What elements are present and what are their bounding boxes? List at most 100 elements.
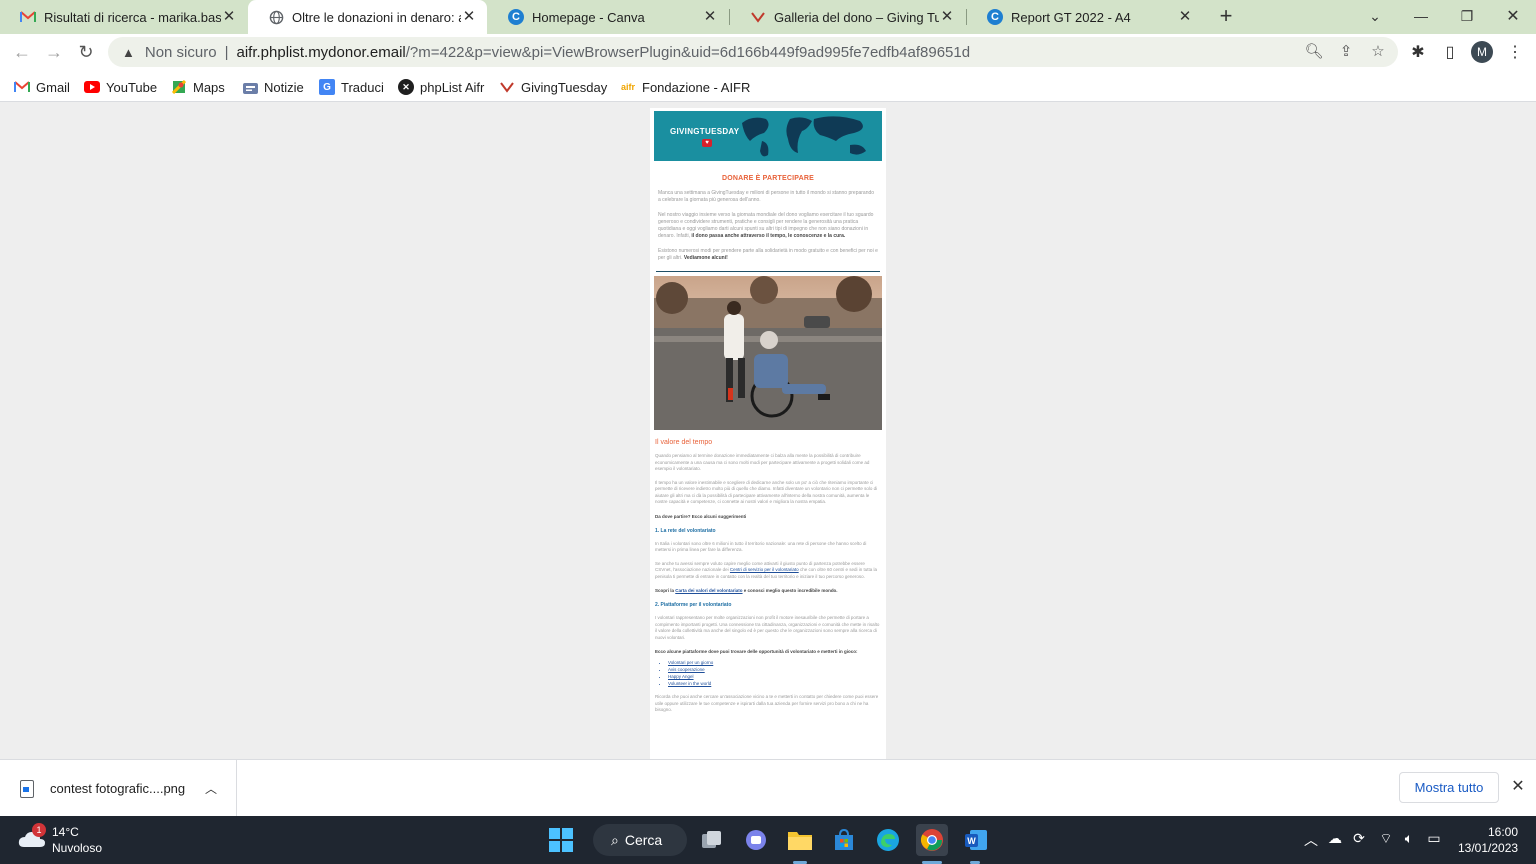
window-close-button[interactable]: ✕ [1490, 0, 1536, 32]
closing-paragraph: Ricorda che puoi anche cercare un'associ… [655, 694, 879, 712]
intro-bold: Vediamone alcuni! [683, 255, 728, 261]
intro-paragraph-1: Manca una settimana a GivingTuesday e mi… [658, 190, 875, 203]
bookmark-phplist[interactable]: ✕ phpList Aifr [398, 76, 484, 98]
platforms-paragraph: I volontari rappresentano per molte orga… [655, 615, 880, 640]
task-view-icon[interactable] [696, 824, 728, 856]
phplist-icon: ✕ [398, 79, 414, 95]
clock-time[interactable]: 16:00 [1488, 825, 1518, 839]
warning-triangle-icon[interactable]: ▲ [122, 45, 135, 60]
body-text: Scopri la [655, 588, 676, 593]
onedrive-cloud-icon[interactable]: ☁ [1325, 830, 1345, 847]
chevron-up-icon[interactable]: ︿ [205, 780, 217, 797]
news-icon [242, 79, 258, 95]
bookmark-traduci[interactable]: G Traduci [319, 76, 384, 98]
tab-oltre-donazioni[interactable]: Oltre le donazioni in denaro: altri ✕ [248, 0, 487, 34]
close-icon[interactable]: ✕ [939, 9, 955, 25]
section-title: DONARE È PARTECIPARE [721, 175, 815, 182]
tab-galleria-dono[interactable]: Galleria del dono – Giving Tuesd ✕ [730, 0, 965, 34]
close-icon[interactable]: ✕ [1509, 778, 1527, 796]
close-icon[interactable]: ✕ [702, 9, 718, 25]
microsoft-store-icon[interactable] [828, 824, 860, 856]
platform-link[interactable]: Volontari per un giorno [668, 659, 882, 666]
reload-icon[interactable]: ↻ [72, 38, 100, 66]
globe-icon [268, 9, 284, 25]
time-paragraph-2: Il tempo ha un valore inestimabile e sce… [655, 479, 878, 505]
tab-title: Galleria del dono – Giving Tuesd [774, 9, 939, 25]
show-all-button[interactable]: Mostra tutto [1399, 772, 1499, 803]
bookmarks-bar: Gmail YouTube Maps Notizie G Traduci ✕ p… [0, 71, 1536, 102]
wifi-icon[interactable]: ⌔ [1376, 830, 1396, 848]
tab-title: Risultati di ricerca - marika.bastia [44, 9, 221, 25]
close-icon[interactable]: ✕ [1177, 9, 1193, 25]
url-host: aifr.phplist.mydonor.email [236, 43, 406, 61]
teams-chat-icon[interactable] [740, 824, 772, 856]
chevron-up-icon[interactable]: ︿ [1301, 830, 1321, 850]
tab-report-gt[interactable]: C Report GT 2022 - A4 ✕ [967, 0, 1203, 34]
bookmark-gmail[interactable]: Gmail [14, 76, 70, 98]
side-panel-icon[interactable]: ▯ [1437, 39, 1463, 65]
canva-icon: C [987, 9, 1003, 25]
page-viewport[interactable]: GIVINGTUESDAY ♥ DONARE È PARTECIPARE Man… [0, 102, 1536, 759]
intro-paragraph-2: Nel nostro viaggio insieme verso la gior… [658, 212, 878, 240]
bookmark-star-icon[interactable]: ☆ [1368, 41, 1388, 61]
svg-text:W: W [967, 836, 976, 846]
weather-temperature[interactable]: 14°C [52, 825, 79, 839]
tab-search-chevron-icon[interactable]: ⌄ [1352, 0, 1398, 32]
bookmark-givingtuesday[interactable]: GivingTuesday [499, 76, 607, 98]
bookmark-youtube[interactable]: YouTube [84, 76, 157, 98]
browser-toolbar: ← → ↻ ▲ Non sicuro | aifr.phplist.mydono… [0, 34, 1536, 71]
restore-button[interactable]: ❐ [1444, 0, 1490, 32]
clock-date[interactable]: 13/01/2023 [1458, 841, 1518, 855]
windows-taskbar: 1 14°C Nuvoloso ⌕ Cerca W ︿ ☁ ⟳ ⌔ 🔈︎ ▭ 1… [0, 816, 1536, 864]
zoom-icon[interactable]: 🔍︎ [1304, 41, 1324, 61]
carta-valori-link[interactable]: Carta dei valori del volontariato [675, 588, 742, 593]
tab-canva-homepage[interactable]: C Homepage - Canva ✕ [488, 0, 728, 34]
forward-arrow-icon[interactable]: → [40, 38, 68, 66]
minimize-button[interactable]: — [1398, 0, 1444, 32]
tab-strip: Risultati di ricerca - marika.bastia ✕ O… [0, 0, 1536, 34]
taskbar-search[interactable]: ⌕ Cerca [593, 824, 687, 856]
back-arrow-icon[interactable]: ← [8, 38, 36, 66]
platform-link[interactable]: Avis cooperazione [668, 666, 882, 673]
platform-link[interactable]: Volunteer in the world [668, 680, 882, 687]
profile-avatar[interactable]: M [1471, 41, 1493, 63]
search-label: Cerca [624, 832, 663, 848]
hero-banner: GIVINGTUESDAY ♥ [654, 111, 882, 161]
bookmark-notizie[interactable]: Notizie [242, 76, 304, 98]
body-text: e conosci meglio questo incredibile mond… [742, 588, 838, 593]
weather-notification-badge: 1 [32, 823, 46, 837]
world-map-illustration [742, 116, 866, 157]
chrome-browser-icon[interactable] [916, 824, 948, 856]
word-icon[interactable]: W [960, 824, 992, 856]
heading-valore-tempo: Il valore del tempo [655, 439, 713, 446]
heading-piattaforme: 2. Piattaforme per il volontariato [655, 602, 732, 608]
weather-description[interactable]: Nuvoloso [52, 841, 102, 855]
edge-browser-icon[interactable] [872, 824, 904, 856]
download-item[interactable]: contest fotografic....png ︿ [0, 760, 237, 817]
divider-line [656, 271, 880, 272]
start-question: Da dove partire? Ecco alcuni suggeriment… [655, 513, 747, 519]
bookmark-label: Gmail [36, 79, 70, 95]
network-paragraph-1: In Italia i volontari sono oltre 6 milio… [655, 540, 867, 553]
address-bar[interactable]: ▲ Non sicuro | aifr.phplist.mydonor.emai… [108, 37, 1398, 67]
file-explorer-icon[interactable] [784, 824, 816, 856]
close-icon[interactable]: ✕ [221, 9, 237, 25]
kebab-menu-icon[interactable]: ⋮ [1502, 39, 1528, 65]
extensions-puzzle-icon[interactable]: ✱ [1405, 39, 1431, 65]
platform-link[interactable]: Happy Angel [668, 673, 882, 680]
battery-icon[interactable]: ▭ [1424, 830, 1444, 847]
bookmark-label: Maps [193, 79, 225, 95]
close-icon[interactable]: ✕ [461, 9, 477, 25]
csv-centri-link[interactable]: Centri di servizio per il volontariato [730, 567, 799, 572]
bookmark-maps[interactable]: Maps [171, 76, 225, 98]
new-tab-button[interactable]: + [1214, 5, 1238, 29]
volume-icon[interactable]: 🔈︎ [1399, 830, 1419, 847]
sync-icon[interactable]: ⟳ [1349, 830, 1369, 847]
volunteer-wheelchair-photo [654, 276, 882, 430]
windows-start-icon[interactable] [545, 824, 577, 856]
discover-line: Scopri la Carta dei valori del volontari… [655, 588, 881, 593]
tab-gmail-search[interactable]: Risultati di ricerca - marika.bastia ✕ [0, 0, 247, 34]
aifr-icon: aifr [620, 82, 635, 92]
share-icon[interactable]: ⇪ [1336, 41, 1356, 61]
bookmark-fondazione-aifr[interactable]: aifr Fondazione - AIFR [620, 76, 750, 98]
